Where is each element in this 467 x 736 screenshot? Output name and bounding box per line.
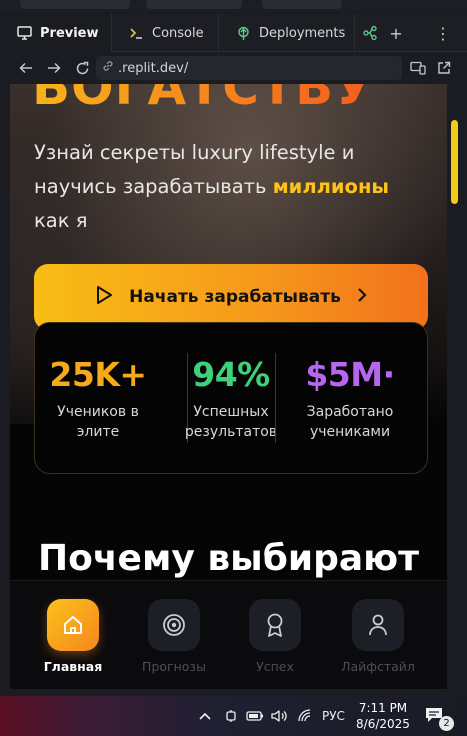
browser-urlbar: .replit.dev/ (0, 52, 467, 84)
stat-value: $5M· (305, 355, 395, 394)
home-icon (47, 599, 99, 651)
forward-arrow-icon[interactable] (42, 56, 66, 80)
system-clock[interactable]: 7:11 PM 8/6/2025 (356, 700, 410, 732)
stat-value: 94% (192, 355, 270, 394)
chevron-up-icon[interactable] (198, 696, 212, 736)
stat-label: Успешных результатов (181, 402, 281, 442)
stat-label-line: Успешных (193, 404, 269, 420)
network-device-icon[interactable] (224, 696, 238, 736)
section-title: Почему выбирают (37, 538, 420, 579)
toolbar-pill (146, 0, 242, 9)
toolbar-pill (262, 0, 342, 9)
nav-item-success[interactable]: Успех (230, 599, 320, 674)
url-text: .replit.dev/ (118, 60, 189, 76)
terminal-icon (128, 25, 144, 41)
stat-value: 25K+ (49, 355, 147, 394)
nav-label: Лайфстайл (341, 659, 415, 674)
hero-subtitle-text-end: как я (34, 209, 88, 232)
previous-toolbar-strip (0, 0, 467, 12)
workspace-tabbar: Preview Console Deployments + ⋮ (0, 14, 467, 52)
open-new-window-icon[interactable] (432, 56, 456, 80)
reload-icon[interactable] (70, 56, 94, 80)
stat-students: 25K+ Учеников в элите (48, 323, 148, 442)
nav-item-forecasts[interactable]: Прогнозы (129, 599, 219, 674)
chevron-right-icon (357, 287, 367, 308)
monitor-icon (16, 25, 32, 41)
stat-label: Заработано учениками (300, 402, 400, 442)
hero-subtitle-accent: миллионы (272, 175, 390, 198)
language-indicator[interactable]: РУС (322, 696, 345, 736)
nav-label: Главная (43, 659, 103, 674)
award-icon (249, 599, 301, 651)
target-icon (148, 599, 200, 651)
stat-label-line: элите (76, 424, 120, 440)
stats-card: 25K+ Учеников в элите 94% Успешных результ… (34, 322, 428, 474)
clock-time: 7:11 PM (358, 701, 408, 715)
stat-label-line: учениками (309, 424, 391, 440)
stat-earned: $5M· Заработано учениками (300, 323, 400, 442)
windows-taskbar: РУС 7:11 PM 8/6/2025 2 (0, 696, 467, 736)
play-icon (95, 285, 113, 310)
link-icon (102, 60, 114, 76)
user-icon (352, 599, 404, 651)
hero-title: БОГАТСТВУ (32, 84, 374, 116)
stat-divider (275, 353, 276, 443)
tab-label: Preview (40, 25, 99, 41)
clock-date: 8/6/2025 (356, 717, 410, 731)
nav-label: Успех (256, 659, 294, 674)
stat-label-line: Учеников в (57, 404, 139, 420)
tab-label: Deployments (259, 25, 346, 41)
notification-count-badge: 2 (439, 716, 454, 731)
nav-label: Прогнозы (142, 659, 206, 674)
more-menu-icon[interactable]: ⋮ (430, 14, 456, 52)
preview-viewport: БОГАТСТВУ Узнай секреты luxury lifestyle… (10, 84, 447, 689)
nav-item-lifestyle[interactable]: Лайфстайл (333, 599, 423, 674)
deploy-icon (235, 25, 251, 41)
battery-icon[interactable] (246, 696, 264, 736)
hero-subtitle: Узнай секреты luxury lifestyle и научись… (34, 136, 404, 238)
toolbar-pill (20, 0, 130, 9)
stat-label-line: результатов (184, 424, 278, 440)
tab-preview[interactable]: Preview (0, 14, 112, 52)
cta-label: Начать зарабатывать (129, 287, 341, 307)
volume-icon[interactable] (270, 696, 288, 736)
git-branch-icon[interactable] (357, 14, 383, 52)
scrollbar-thumb[interactable] (451, 120, 458, 204)
back-arrow-icon[interactable] (14, 56, 38, 80)
tab-console[interactable]: Console (112, 14, 219, 52)
start-earning-button[interactable]: Начать зарабатывать (34, 264, 428, 330)
bottom-navigation: Главная Прогнозы Успех Лайфстайл (10, 580, 447, 689)
nav-item-home[interactable]: Главная (28, 599, 118, 674)
new-tab-icon[interactable]: + (383, 14, 409, 52)
url-field[interactable]: .replit.dev/ (96, 56, 402, 80)
tab-label: Console (152, 25, 204, 41)
stat-success: 94% Успешных результатов (181, 323, 281, 442)
wifi-icon[interactable] (297, 696, 313, 736)
stat-label-line: Заработано (306, 404, 394, 420)
tab-deployments[interactable]: Deployments (219, 14, 355, 52)
devices-icon[interactable] (406, 56, 430, 80)
stat-label: Учеников в элите (48, 402, 148, 442)
notifications-button[interactable]: 2 (424, 706, 454, 731)
